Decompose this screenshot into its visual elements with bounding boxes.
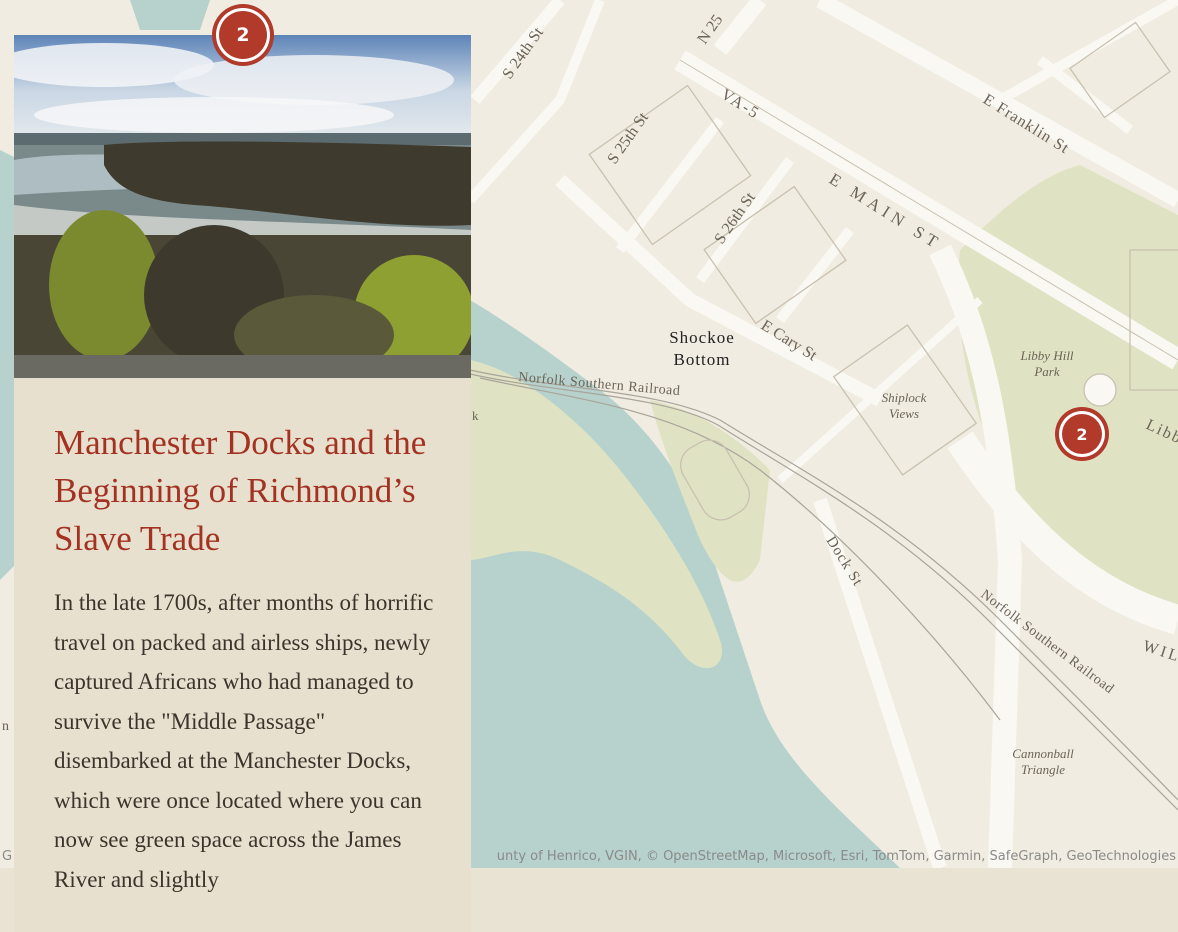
label-edge-k: k [472,408,479,423]
label-libbyhill: Libby Hill [1019,348,1073,363]
card-marker-number: 2 [236,24,250,46]
label-bottom: Bottom [673,350,730,369]
label-edge-n: n [2,719,9,734]
card-photo [14,35,471,378]
attribution-text: unty of Henrico, VGIN, © OpenStreetMap, … [496,849,1176,864]
label-shockoe: Shockoe [669,328,735,347]
label-park: Park [1033,364,1060,379]
card-marker[interactable]: 2 [216,8,270,62]
card-title: Manchester Docks and the Beginning of Ri… [54,423,427,558]
map-marker-number: 2 [1076,424,1088,444]
river-top-left [130,0,210,30]
story-card: Manchester Docks and the Beginning of Ri… [14,35,471,932]
label-triangle: Triangle [1021,762,1065,777]
attribution-left: G [2,849,13,864]
map-marker[interactable]: 2 [1059,411,1105,457]
label-views: Views [889,406,919,421]
card-body: In the late 1700s, after months of horri… [54,590,434,892]
label-shiplock: Shiplock [882,390,927,405]
label-cannonball: Cannonball [1012,746,1074,761]
